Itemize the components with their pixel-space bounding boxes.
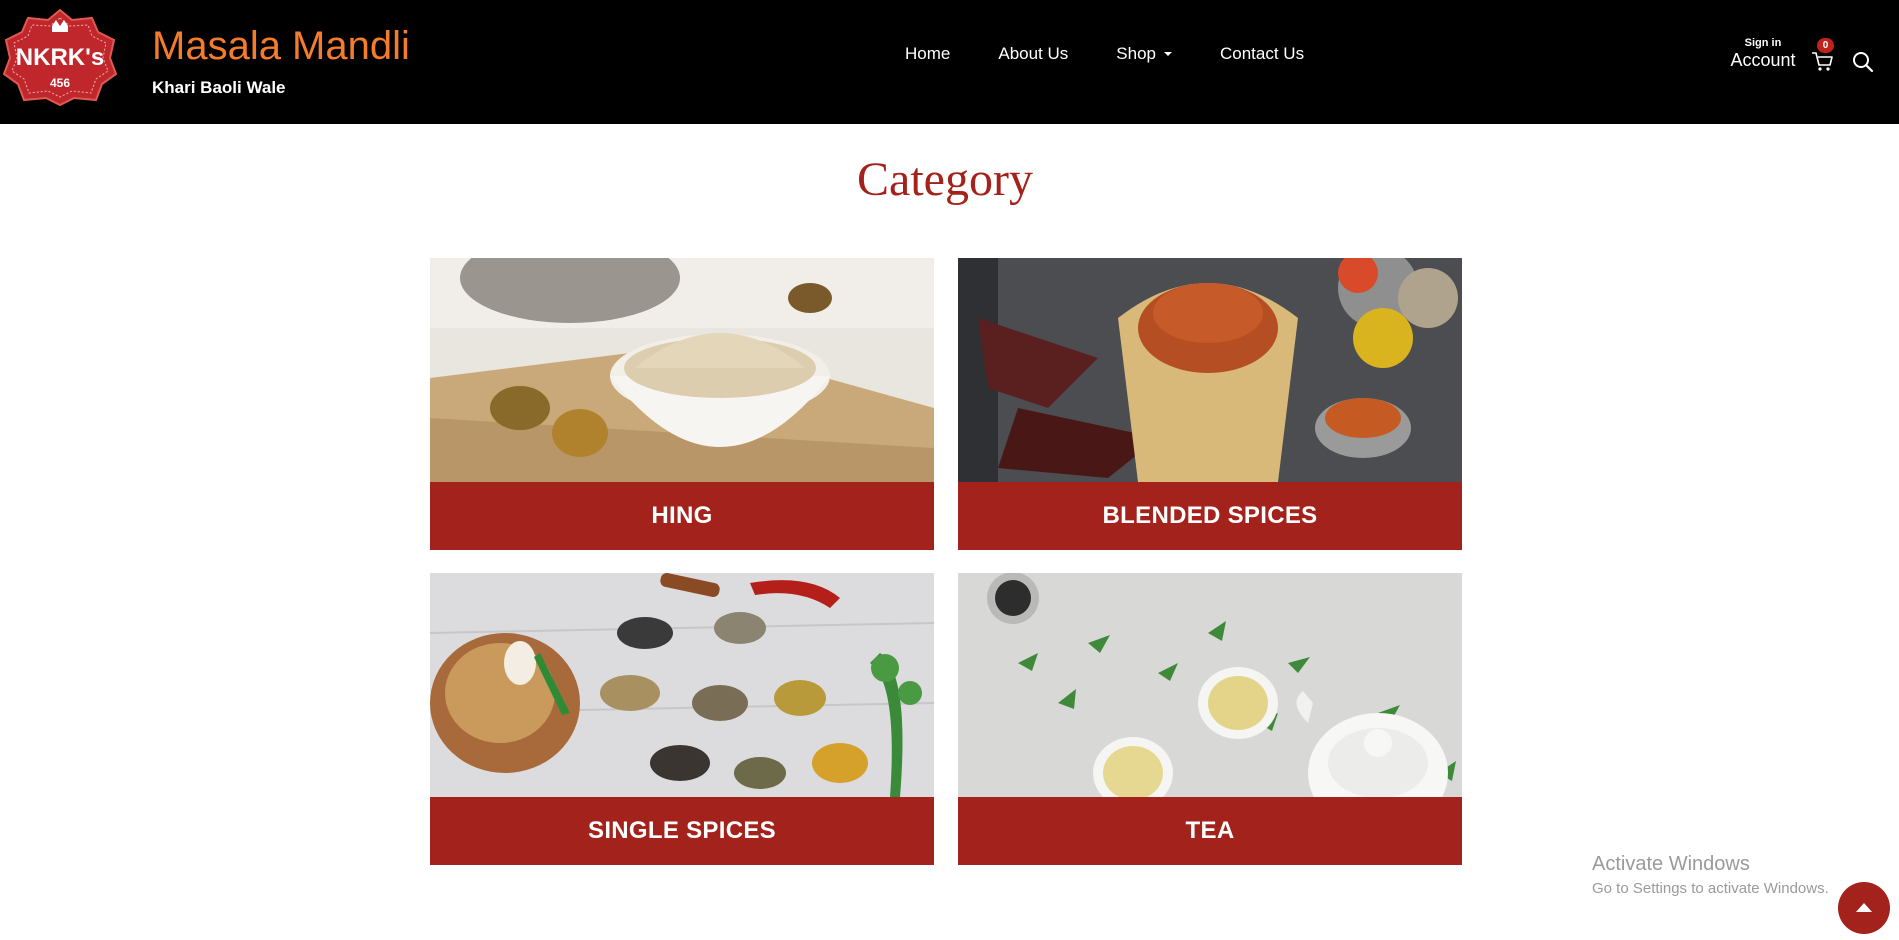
nav-about-label: About Us	[998, 44, 1069, 63]
caret-down-icon	[1164, 52, 1172, 56]
logo-number: 456	[49, 76, 71, 90]
cart-button[interactable]	[1811, 50, 1835, 72]
brand-logo[interactable]: NKRK's 456	[2, 8, 118, 106]
nav-about-us[interactable]: About Us	[998, 44, 1068, 64]
category-card-single-spices[interactable]: SINGLE SPICES	[430, 573, 934, 865]
nav-shop-label: Shop	[1116, 44, 1156, 63]
account-label: Account	[1730, 50, 1796, 70]
brand-title[interactable]: Masala Mandli	[152, 24, 410, 69]
category-label-tea: TEA	[958, 797, 1462, 865]
arrow-up-icon	[1856, 903, 1872, 912]
category-image-blended-spices	[958, 258, 1462, 482]
watermark-line1: Activate Windows	[1592, 853, 1750, 875]
category-card-hing[interactable]: HING	[430, 258, 934, 550]
category-image-hing	[430, 258, 934, 482]
cart-icon	[1812, 52, 1833, 71]
nav-contact-us[interactable]: Contact Us	[1220, 44, 1304, 64]
nav-home-label: Home	[905, 44, 951, 63]
main-nav: Home About Us Shop Contact Us	[905, 44, 1352, 64]
brand-subtitle: Khari Baoli Wale	[152, 78, 286, 97]
search-icon	[1853, 52, 1874, 73]
nav-contact-label: Contact Us	[1220, 44, 1305, 63]
windows-activation-watermark: Activate Windows Go to Settings to activ…	[1592, 853, 1829, 897]
cart-count-badge: 0	[1817, 38, 1834, 53]
nav-home[interactable]: Home	[905, 44, 950, 64]
category-label-hing: HING	[430, 482, 934, 550]
category-label-single-spices: SINGLE SPICES	[430, 797, 934, 865]
watermark-line2: Go to Settings to activate Windows.	[1592, 880, 1829, 897]
scroll-to-top-button[interactable]	[1838, 882, 1890, 934]
category-card-blended-spices[interactable]: BLENDED SPICES	[958, 258, 1462, 550]
site-header: NKRK's 456 Masala Mandli Khari Baoli Wal…	[0, 0, 1899, 124]
category-label-blended-spices: BLENDED SPICES	[958, 482, 1462, 550]
signin-label: Sign in	[1744, 37, 1782, 49]
logo-text: NKRK's	[15, 44, 105, 71]
page-title: Category	[857, 153, 1033, 206]
category-card-tea[interactable]: TEA	[958, 573, 1462, 865]
account-link[interactable]: Sign in Account	[1728, 37, 1798, 71]
nav-shop-dropdown[interactable]: Shop	[1116, 44, 1172, 64]
category-image-single-spices	[430, 573, 934, 797]
category-image-tea	[958, 573, 1462, 797]
search-button[interactable]	[1852, 51, 1874, 73]
